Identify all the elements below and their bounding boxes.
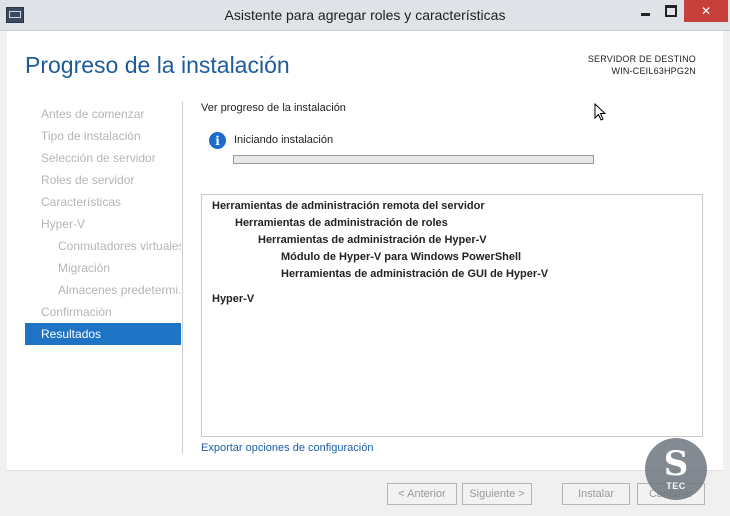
feature-item: Herramientas de administración de Hyper-…	[258, 234, 487, 246]
destination-label: SERVIDOR DE DESTINO	[587, 54, 696, 64]
nav-item[interactable]: Resultados	[25, 323, 181, 345]
feature-item: Hyper-V	[212, 293, 255, 305]
watermark-logo: S TEC	[645, 438, 707, 500]
feature-item: Herramientas de administración remota de…	[212, 200, 485, 212]
nav-divider	[182, 101, 183, 454]
nav-item[interactable]: Selección de servidor	[25, 147, 181, 169]
nav-item[interactable]: Características	[25, 191, 181, 213]
minimize-button[interactable]	[632, 0, 658, 22]
destination-server-name: WIN-CEIL63HPG2N	[611, 66, 696, 76]
next-button[interactable]: Siguiente >	[462, 483, 532, 505]
nav-item[interactable]: Antes de comenzar	[25, 103, 181, 125]
maximize-icon	[665, 5, 677, 17]
info-icon: i	[209, 132, 226, 149]
maximize-button[interactable]	[658, 0, 684, 22]
section-title: Ver progreso de la instalación	[201, 102, 346, 114]
nav-item[interactable]: Roles de servidor	[25, 169, 181, 191]
wizard-step-nav: Antes de comenzar Tipo de instalación Sele…	[25, 103, 181, 345]
feature-item: Herramientas de administración de roles	[235, 217, 448, 229]
nav-item[interactable]: Conmutadores virtuales	[25, 235, 181, 257]
minimize-icon	[640, 12, 650, 16]
status-text: Iniciando instalación	[234, 134, 334, 146]
nav-item[interactable]: Almacenes predetermi...	[25, 279, 181, 301]
mouse-cursor-icon	[594, 103, 606, 121]
destination-server-info: SERVIDOR DE DESTINO WIN-CEIL63HPG2N	[588, 53, 696, 77]
export-configuration-link[interactable]: Exportar opciones de configuración	[201, 442, 373, 454]
watermark-glyph: S	[663, 444, 689, 484]
title-bar: Asistente para agregar roles y caracterí…	[0, 0, 730, 31]
close-icon: ✕	[700, 4, 712, 18]
install-button[interactable]: Instalar	[562, 483, 630, 505]
nav-item[interactable]: Confirmación	[25, 301, 181, 323]
nav-item[interactable]: Hyper-V	[25, 213, 181, 235]
previous-button[interactable]: < Anterior	[387, 483, 457, 505]
nav-item[interactable]: Migración	[25, 257, 181, 279]
nav-item[interactable]: Tipo de instalación	[25, 125, 181, 147]
page-title: Progreso de la instalación	[25, 52, 290, 78]
close-button[interactable]: ✕	[684, 0, 728, 22]
installation-progress-bar	[233, 155, 594, 164]
features-list[interactable]: Herramientas de administración remota de…	[201, 194, 703, 437]
window-title: Asistente para agregar roles y caracterí…	[224, 7, 506, 23]
watermark-text: TEC	[666, 481, 686, 491]
feature-item: Herramientas de administración de GUI de…	[281, 268, 549, 280]
feature-item: Módulo de Hyper-V para Windows PowerShel…	[281, 251, 522, 263]
